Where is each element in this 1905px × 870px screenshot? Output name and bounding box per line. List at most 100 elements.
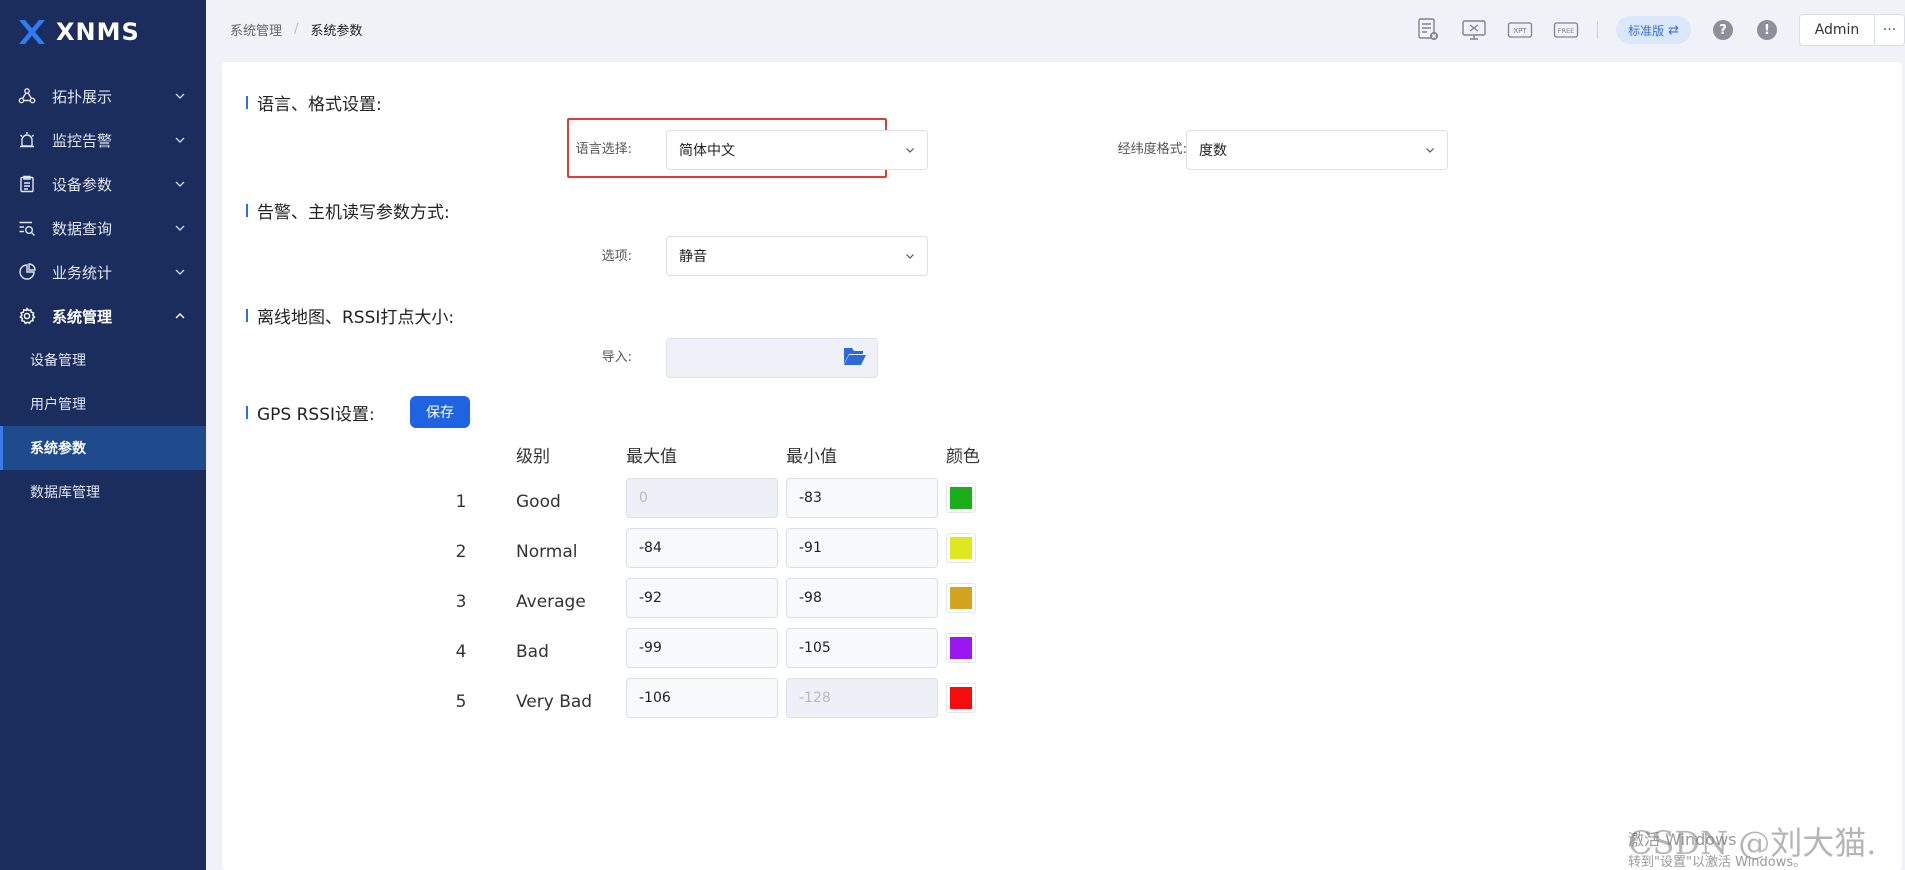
row-level: Average xyxy=(516,592,586,612)
row-level: Bad xyxy=(516,642,549,662)
color-picker[interactable] xyxy=(946,483,976,513)
row-index: 3 xyxy=(455,592,467,612)
alarm-option-label: 选项: xyxy=(601,249,632,264)
sidebar-item-business-stats[interactable]: 业务统计 xyxy=(0,250,206,294)
chevron-down-icon xyxy=(175,181,185,187)
chevron-down-icon xyxy=(175,225,185,231)
color-picker[interactable] xyxy=(946,583,976,613)
user-menu-button[interactable]: Admin xyxy=(1799,14,1875,46)
color-swatch-normal xyxy=(950,537,972,559)
import-file-input[interactable] xyxy=(666,338,878,378)
xpt-icon[interactable]: XPT xyxy=(1506,16,1534,44)
screen-close-icon[interactable] xyxy=(1460,16,1488,44)
coord-format-select[interactable]: 度数 xyxy=(1186,130,1448,170)
alarm-option-value: 静音 xyxy=(679,249,707,265)
max-value-input[interactable]: -99 xyxy=(626,628,778,668)
section-title-offline-map: 离线地图、RSSI打点大小: xyxy=(246,303,454,328)
pie-chart-icon xyxy=(18,263,36,281)
folder-open-icon[interactable] xyxy=(843,345,867,371)
row-index: 4 xyxy=(455,642,467,662)
min-value-input[interactable]: -83 xyxy=(786,478,938,518)
sidebar-item-label: 数据查询 xyxy=(52,219,113,238)
chevron-down-icon xyxy=(175,269,185,275)
color-swatch-bad xyxy=(950,637,972,659)
max-value-input: 0 xyxy=(626,478,778,518)
section-title-language: 语言、格式设置: xyxy=(246,90,382,115)
header-divider xyxy=(1597,21,1599,39)
column-header-max: 最大值 xyxy=(626,447,677,467)
sidebar-item-label: 设备参数 xyxy=(52,175,113,194)
max-value-input[interactable]: -92 xyxy=(626,578,778,618)
min-value-input: -128 xyxy=(786,678,938,718)
sidebar: XNMS 拓扑展示 监控告警 设备参数 数据查询 业务统计 系统管理 设备管理 … xyxy=(0,0,206,870)
row-index: 1 xyxy=(455,492,467,512)
breadcrumb-item-parent[interactable]: 系统管理 xyxy=(230,20,282,39)
top-header: 系统管理 / 系统参数 XPT FREE 标准版 ⇄ ? ! Admin ··· xyxy=(206,0,1905,58)
section-title-gps-rssi: GPS RSSI设置: xyxy=(246,400,375,425)
edition-switch-button[interactable]: 标准版 ⇄ xyxy=(1616,16,1691,44)
min-value-input[interactable]: -98 xyxy=(786,578,938,618)
sidebar-item-device-params[interactable]: 设备参数 xyxy=(0,162,206,206)
alarm-option-select[interactable]: 静音 xyxy=(666,236,928,276)
header-toolbar: XPT FREE 标准版 ⇄ ? ! Admin ··· xyxy=(1405,14,1905,46)
chevron-down-icon xyxy=(1426,148,1434,153)
chevron-down-icon xyxy=(175,137,185,143)
color-swatch-good xyxy=(950,487,972,509)
import-label: 导入: xyxy=(601,350,632,365)
more-button[interactable]: ··· xyxy=(1875,14,1905,46)
xpt-icon-label: XPT xyxy=(1513,27,1527,35)
color-picker[interactable] xyxy=(946,683,976,713)
sidebar-subitem-user-management[interactable]: 用户管理 xyxy=(0,382,206,426)
topology-icon xyxy=(18,87,36,105)
row-index: 2 xyxy=(455,542,467,562)
alert-icon[interactable]: ! xyxy=(1757,20,1777,40)
sidebar-item-data-query[interactable]: 数据查询 xyxy=(0,206,206,250)
column-header-level: 级别 xyxy=(516,447,550,467)
search-list-icon xyxy=(18,219,36,237)
sidebar-item-monitor-alarm[interactable]: 监控告警 xyxy=(0,118,206,162)
column-header-min: 最小值 xyxy=(786,447,837,467)
xnms-logo-icon xyxy=(16,17,46,47)
sidebar-item-label: 业务统计 xyxy=(52,263,113,282)
save-button[interactable]: 保存 xyxy=(410,396,470,428)
color-picker[interactable] xyxy=(946,533,976,563)
color-swatch-very-bad xyxy=(950,687,972,709)
switch-icon: ⇄ xyxy=(1668,22,1679,38)
alarm-icon xyxy=(18,131,36,149)
sidebar-subitem-database-management[interactable]: 数据库管理 xyxy=(0,470,206,514)
sidebar-item-system-management[interactable]: 系统管理 xyxy=(0,294,206,338)
sidebar-item-label: 拓扑展示 xyxy=(52,87,113,106)
chevron-up-icon xyxy=(175,313,185,319)
sidebar-nav: 拓扑展示 监控告警 设备参数 数据查询 业务统计 系统管理 设备管理 用户管理 … xyxy=(0,74,206,514)
min-value-input[interactable]: -105 xyxy=(786,628,938,668)
row-level: Normal xyxy=(516,542,578,562)
chevron-down-icon xyxy=(906,254,914,259)
color-picker[interactable] xyxy=(946,633,976,663)
csdn-watermark: CSDN @刘大猫. xyxy=(1628,824,1877,862)
sidebar-item-label: 监控告警 xyxy=(52,131,113,150)
sidebar-subitem-system-params[interactable]: 系统参数 xyxy=(0,426,206,470)
main-panel: 语言、格式设置: 语言选择: 简体中文 经纬度格式: 度数 告警、主机读写参数方… xyxy=(222,62,1902,870)
row-index: 5 xyxy=(455,692,467,712)
coord-format-label: 经纬度格式: xyxy=(1117,142,1187,157)
app-name: XNMS xyxy=(56,18,140,46)
coord-format-value: 度数 xyxy=(1199,143,1227,159)
report-icon[interactable] xyxy=(1414,16,1442,44)
section-title-alarm: 告警、主机读写参数方式: xyxy=(246,198,450,223)
free-icon[interactable]: FREE xyxy=(1552,16,1580,44)
max-value-input[interactable]: -106 xyxy=(626,678,778,718)
app-logo[interactable]: XNMS xyxy=(0,0,206,64)
max-value-input[interactable]: -84 xyxy=(626,528,778,568)
breadcrumb-item-current: 系统参数 xyxy=(310,23,363,39)
breadcrumb-separator: / xyxy=(294,21,299,37)
edition-label: 标准版 xyxy=(1628,23,1665,38)
min-value-input[interactable]: -91 xyxy=(786,528,938,568)
clipboard-icon xyxy=(18,175,36,193)
help-icon[interactable]: ? xyxy=(1713,20,1733,40)
language-select-label: 语言选择: xyxy=(575,142,632,157)
sidebar-subitem-device-management[interactable]: 设备管理 xyxy=(0,338,206,382)
color-swatch-average xyxy=(950,587,972,609)
row-level: Very Bad xyxy=(516,692,593,712)
language-select[interactable]: 简体中文 xyxy=(666,130,928,170)
sidebar-item-topology[interactable]: 拓扑展示 xyxy=(0,74,206,118)
